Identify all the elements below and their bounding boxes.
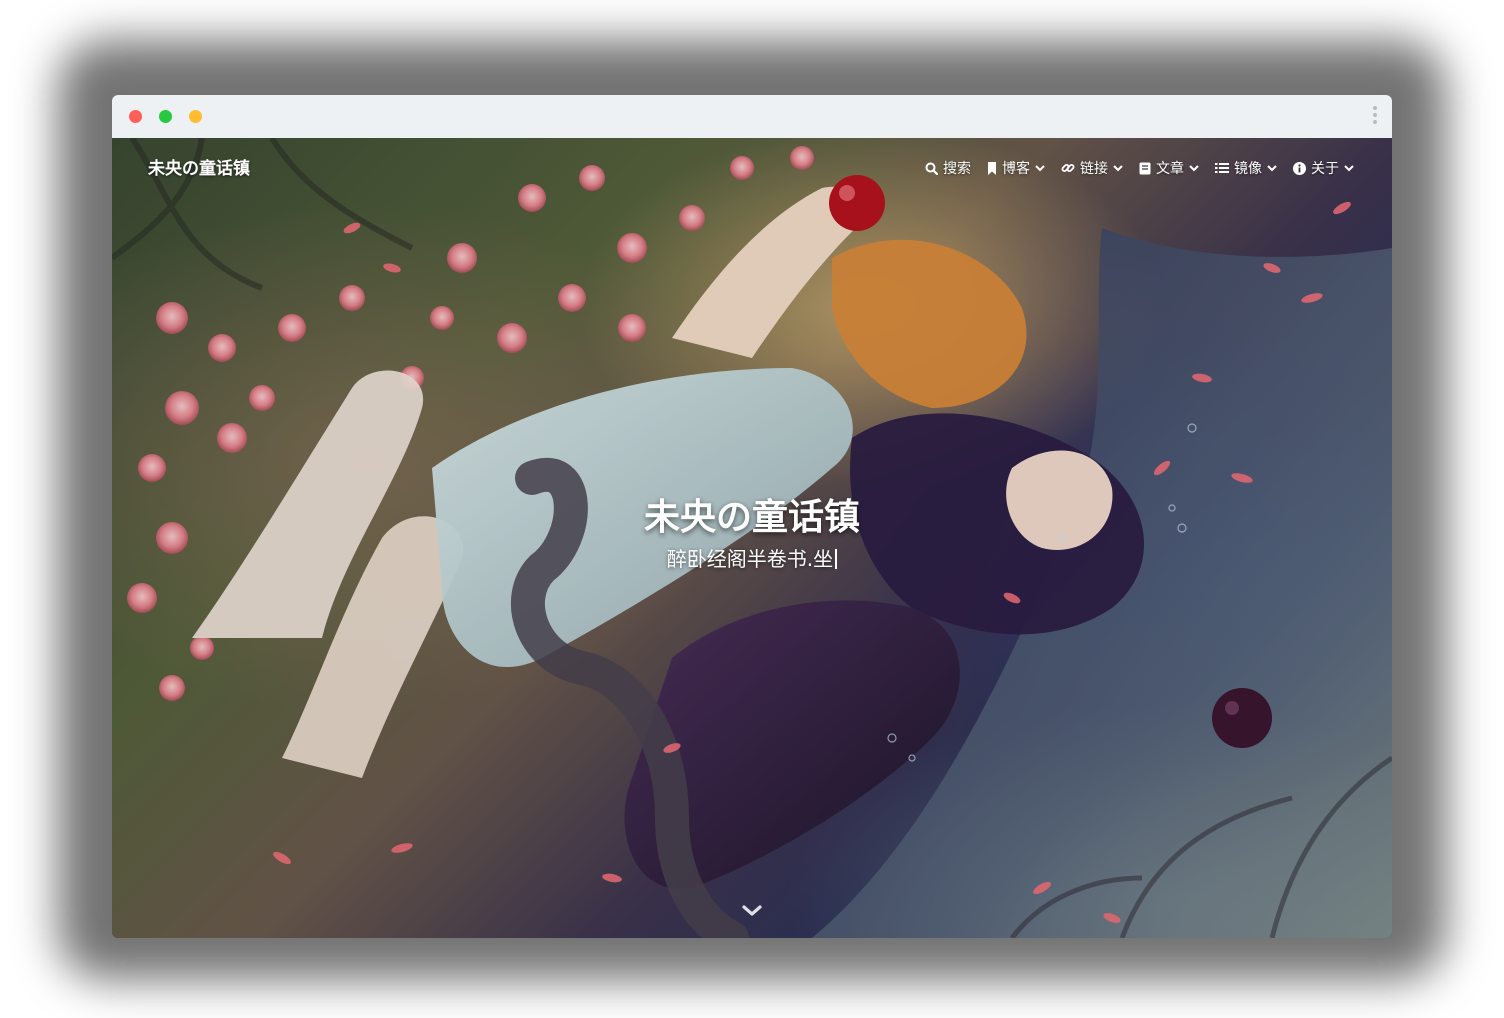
nav-item-blog[interactable]: 博客 [987, 158, 1045, 178]
nav-item-mirrors[interactable]: 镜像 [1215, 158, 1277, 178]
nav-label-articles: 文章 [1156, 161, 1184, 177]
chevron-down-icon [1344, 164, 1354, 171]
nav-item-links[interactable]: 链接 [1061, 158, 1123, 178]
nav-item-articles[interactable]: 文章 [1139, 158, 1199, 178]
chevron-down-icon [1113, 164, 1123, 171]
site-brand-link[interactable]: 未央の童话镇 [148, 154, 250, 179]
screenshot-frame: 未央の童话镇 搜索 博客 链接 文章 镜像 关于 未央の童话镇 醉卧经阁半卷书.… [0, 0, 1504, 1018]
main-navigation: 搜索 博客 链接 文章 镜像 关于 [925, 158, 1354, 178]
window-menu-icon[interactable] [1372, 106, 1378, 128]
hero-subtitle-text: 醉卧经阁半卷书.坐 [666, 547, 834, 571]
typing-cursor [835, 549, 838, 569]
nav-item-search[interactable]: 搜索 [925, 158, 971, 178]
chevron-down-icon [1189, 164, 1199, 171]
info-icon [1293, 161, 1306, 175]
chevron-down-icon [1035, 164, 1045, 171]
chevron-down-icon [1267, 164, 1277, 171]
hero-subtitle: 醉卧经阁半卷书.坐 [112, 543, 1392, 572]
nav-label-links: 链接 [1080, 161, 1108, 177]
nav-label-about: 关于 [1311, 161, 1339, 177]
zoom-window-button[interactable] [189, 110, 202, 123]
nav-label-search: 搜索 [943, 161, 971, 177]
list-icon [1215, 163, 1229, 173]
book-icon [1139, 162, 1151, 174]
bookmark-icon [988, 161, 996, 175]
hero-banner: 未央の童话镇 搜索 博客 链接 文章 镜像 关于 未央の童话镇 醉卧经阁半卷书.… [112, 138, 1392, 938]
browser-window: 未央の童话镇 搜索 博客 链接 文章 镜像 关于 未央の童话镇 醉卧经阁半卷书.… [112, 95, 1392, 938]
nav-item-about[interactable]: 关于 [1293, 158, 1354, 178]
window-titlebar [112, 95, 1392, 139]
nav-label-blog: 博客 [1002, 161, 1030, 177]
search-icon [925, 162, 938, 175]
close-window-button[interactable] [129, 110, 142, 123]
minimize-window-button[interactable] [159, 110, 172, 123]
hero-title: 未央の童话镇 [643, 497, 860, 538]
nav-label-mirrors: 镜像 [1234, 161, 1262, 177]
link-icon [1061, 164, 1075, 172]
scroll-down-chevron-icon[interactable] [741, 904, 763, 918]
